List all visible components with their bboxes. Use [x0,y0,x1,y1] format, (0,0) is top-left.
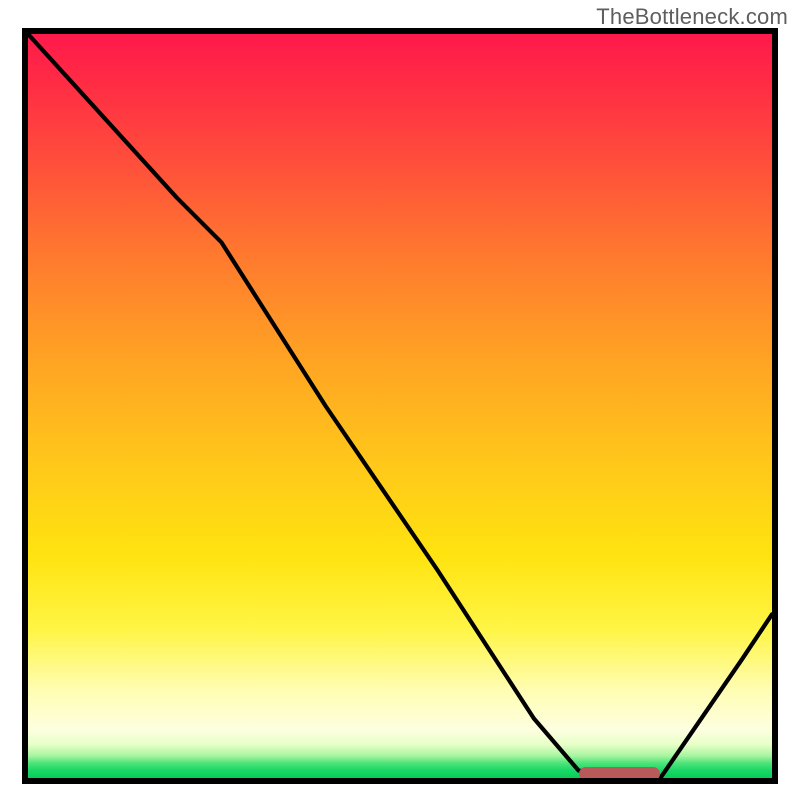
bottleneck-curve [28,34,772,778]
watermark-text: TheBottleneck.com [596,4,788,30]
chart-container: TheBottleneck.com [0,0,800,800]
curve-svg [28,34,772,778]
optimal-range-marker [579,767,661,781]
plot-frame [22,28,778,784]
